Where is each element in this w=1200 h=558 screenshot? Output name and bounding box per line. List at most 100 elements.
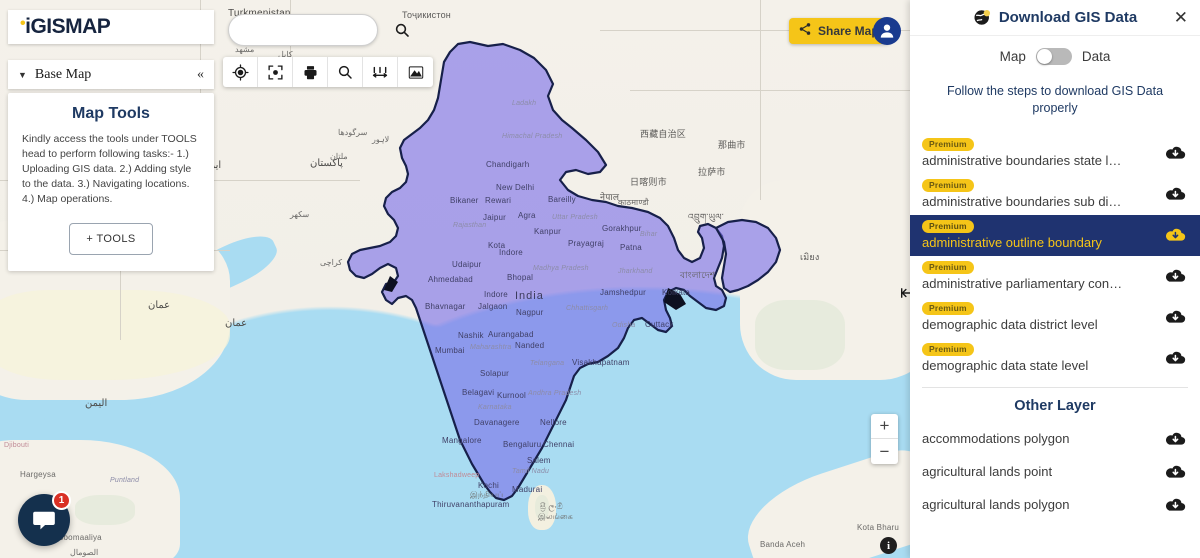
basemap-selector[interactable]: ▼ Base Map « [8, 60, 214, 89]
cloud-download-icon[interactable] [1164, 463, 1186, 480]
collapse-left-icon[interactable] [898, 283, 910, 303]
premium-badge: Premium [922, 260, 974, 274]
map-info-icon[interactable]: i [880, 537, 897, 554]
myanmar-green [755, 300, 845, 370]
map-search-box[interactable] [228, 14, 409, 46]
add-tools-button[interactable]: + TOOLS [69, 222, 153, 255]
map-data-toggle[interactable] [1035, 48, 1072, 65]
cloud-download-icon[interactable] [1164, 144, 1186, 161]
map-label: Patna [620, 243, 642, 252]
zoom-out-button[interactable]: − [871, 439, 898, 464]
zoom-in-button[interactable]: + [871, 414, 898, 439]
map-label: Bareilly [548, 195, 576, 204]
map-label: 拉萨市 [698, 167, 726, 177]
map-label: বাংলাদেশ [680, 270, 716, 280]
map-label: Bhavnagar [425, 302, 466, 311]
map-label: Djibouti [4, 442, 29, 449]
map-label: இந்தியப் [470, 490, 504, 499]
map-label: Davanagere [474, 418, 520, 427]
premium-badge: Premium [922, 219, 974, 233]
map-label: Nagpur [516, 308, 544, 317]
map-label: India [515, 290, 544, 302]
map-label: Andhra Pradesh [528, 390, 582, 397]
chevron-double-left-icon[interactable]: « [197, 67, 204, 83]
map-label: Gorakhpur [602, 224, 642, 233]
map-label: Thiruvananthapuram [432, 500, 510, 509]
search-input[interactable] [239, 23, 394, 37]
yemen-region [0, 290, 230, 380]
map-label: اليمن [85, 398, 108, 409]
map-label: Himachal Pradesh [502, 133, 563, 140]
locate-me-icon[interactable] [223, 57, 258, 87]
toggle-label-data: Data [1081, 49, 1111, 64]
map-label: Lakshadweep [434, 472, 480, 479]
border-line [630, 90, 910, 91]
download-gis-data-panel: Download GIS Data ✕ Map Data Follow the … [910, 0, 1200, 558]
map-label: འབྲུག་ཡུལ་ [688, 212, 724, 222]
layer-name: administrative parliamentary con… [922, 275, 1123, 291]
print-icon[interactable] [293, 57, 328, 87]
brand-logo-bar[interactable]: •iGISMAP [8, 10, 214, 44]
map-label: Mangalore [442, 436, 482, 445]
layer-name: agricultural lands point [922, 463, 1053, 479]
map-data-toggle-row[interactable]: Map Data [910, 36, 1200, 71]
layer-row-info: Premium administrative parliamentary con… [922, 260, 1123, 291]
map-label: Tamil Nadu [512, 468, 550, 475]
cloud-download-icon[interactable] [1164, 185, 1186, 202]
map-tools-title: Map Tools [72, 105, 150, 122]
share-map-label: Share Map [818, 24, 879, 38]
toggle-label-map: Map [999, 49, 1026, 64]
layer-row[interactable]: agricultural lands point [910, 455, 1200, 488]
map-zoom-controls[interactable]: + − [871, 414, 898, 464]
cloud-download-icon[interactable] [1164, 349, 1186, 366]
map-label: 西藏自治区 [640, 129, 687, 139]
map-label: Chandigarh [486, 160, 530, 169]
map-label: Prayagraj [568, 239, 605, 248]
zoom-to-extent-icon[interactable] [258, 57, 293, 87]
layer-name: administrative boundaries state l… [922, 152, 1122, 168]
map-label: नेपाल [600, 192, 620, 202]
cloud-download-icon[interactable] [1164, 496, 1186, 513]
search-icon[interactable] [394, 22, 410, 38]
map-label: Jalgaon [478, 302, 508, 311]
cloud-download-icon[interactable] [1164, 226, 1186, 243]
map-label: سکھر [290, 210, 310, 219]
layer-row[interactable]: Premium demographic data district level [910, 297, 1200, 338]
layer-row[interactable]: agricultural lands polygon [910, 488, 1200, 521]
layer-list-scroll-area[interactable]: Premium administrative boundaries state l… [910, 123, 1200, 558]
map-label: काठमाण्डौ [618, 198, 649, 207]
map-label: Jamshedpur [600, 288, 647, 297]
layer-name: accommodations polygon [922, 430, 1070, 446]
layer-row[interactable]: Premium administrative parliamentary con… [910, 256, 1200, 297]
layer-row[interactable]: Premium administrative boundaries state l… [910, 133, 1200, 174]
layer-row[interactable]: accommodations polygon [910, 422, 1200, 455]
elevation-icon[interactable] [398, 57, 433, 87]
measure-distance-icon[interactable] [363, 57, 398, 87]
premium-badge: Premium [922, 342, 974, 356]
map-label: Madurai [512, 485, 543, 494]
map-label: New Delhi [496, 183, 535, 192]
cloud-download-icon[interactable] [1164, 308, 1186, 325]
layer-row[interactable]: Premium administrative boundaries sub di… [910, 174, 1200, 215]
close-icon[interactable]: ✕ [1174, 9, 1188, 26]
map-canvas[interactable]: TurkmenistanТоҷикистонافغانستانمشهدایران… [0, 0, 910, 558]
border-line [760, 0, 761, 200]
caret-down-icon[interactable]: ▼ [18, 70, 27, 80]
cloud-download-icon[interactable] [1164, 267, 1186, 284]
account-avatar-icon[interactable] [873, 17, 901, 45]
layer-row[interactable]: Premium administrative outline boundary [910, 214, 1200, 256]
layer-row[interactable]: Premium demographic data state level [910, 338, 1200, 379]
map-label: 那曲市 [718, 140, 746, 150]
chat-unread-badge: 1 [52, 491, 71, 510]
cloud-download-icon[interactable] [1164, 430, 1186, 447]
map-label: Bihar [640, 231, 658, 238]
map-toolbar[interactable] [223, 57, 433, 87]
map-label: Mumbai [435, 346, 465, 355]
search-icon[interactable] [328, 57, 363, 87]
map-label: Nellore [540, 418, 567, 427]
map-label: عمان [225, 318, 248, 329]
map-label: Odisha [612, 322, 636, 329]
panel-header: Download GIS Data ✕ [910, 0, 1200, 36]
map-label: Aurangabad [488, 330, 534, 339]
toggle-knob [1036, 49, 1052, 64]
